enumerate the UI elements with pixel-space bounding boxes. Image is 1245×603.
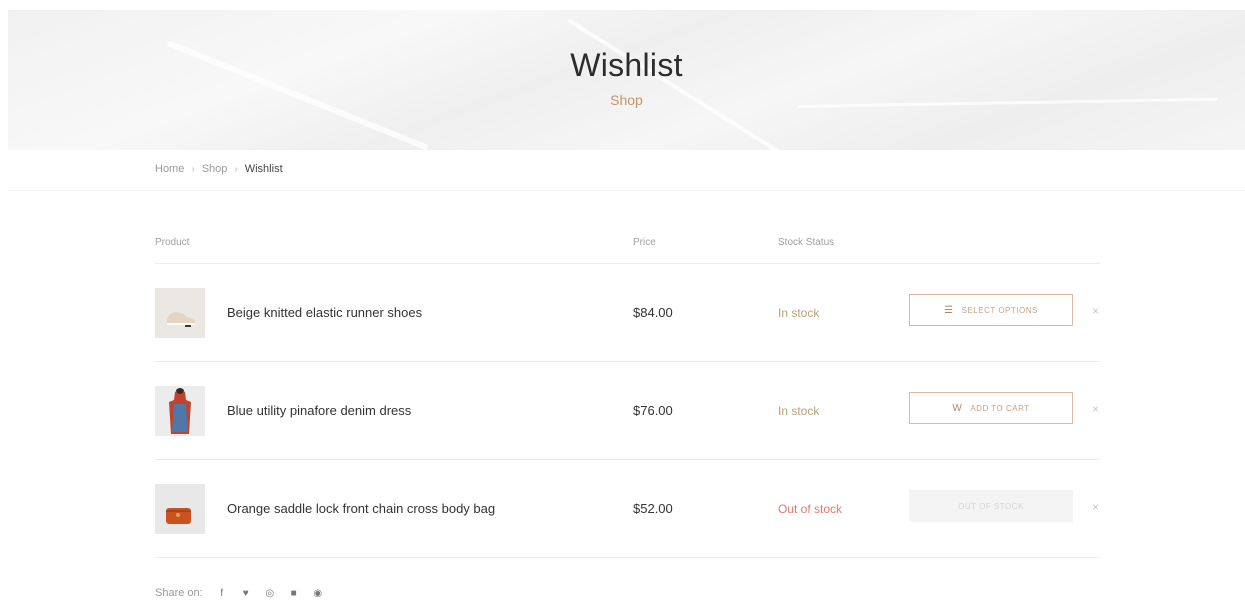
- out-of-stock-button: Out of stock: [909, 490, 1073, 522]
- list-icon: ☰: [944, 304, 954, 316]
- product-thumbnail[interactable]: [155, 288, 205, 338]
- remove-icon[interactable]: ×: [1092, 402, 1099, 416]
- column-header-product: Product: [155, 237, 190, 248]
- product-thumbnail[interactable]: [155, 386, 205, 436]
- product-price: $76.00: [633, 403, 673, 418]
- breadcrumb: Home › Shop › Wishlist: [155, 163, 283, 175]
- button-label: Select options: [961, 305, 1038, 315]
- table-row: Orange saddle lock front chain cross bod…: [155, 484, 1115, 534]
- divider: [155, 263, 1100, 264]
- dress-image: [155, 386, 205, 436]
- email-icon[interactable]: ■: [289, 588, 299, 599]
- stock-status: In stock: [778, 306, 820, 320]
- bag-image: [155, 484, 205, 534]
- facebook-icon[interactable]: f: [217, 588, 227, 599]
- button-label: Add to cart: [970, 403, 1030, 413]
- remove-icon[interactable]: ×: [1092, 500, 1099, 514]
- chevron-right-icon: ›: [234, 163, 238, 175]
- divider: [155, 557, 1100, 558]
- breadcrumb-home[interactable]: Home: [155, 163, 184, 175]
- select-options-button[interactable]: ☰ Select options: [909, 294, 1073, 326]
- add-to-cart-button[interactable]: W Add to cart: [909, 392, 1073, 424]
- chevron-right-icon: ›: [191, 163, 195, 175]
- divider: [8, 190, 1245, 191]
- remove-icon[interactable]: ×: [1092, 304, 1099, 318]
- whatsapp-icon[interactable]: ◉: [313, 588, 323, 599]
- product-price: $84.00: [633, 305, 673, 320]
- share-bar: Share on: f ♥ ◎ ■ ◉: [155, 587, 323, 599]
- divider: [155, 459, 1100, 460]
- shoe-image: [155, 288, 205, 338]
- button-label: Out of stock: [958, 501, 1024, 511]
- product-name[interactable]: Orange saddle lock front chain cross bod…: [227, 501, 495, 516]
- breadcrumb-current: Wishlist: [244, 163, 283, 175]
- product-name[interactable]: Beige knitted elastic runner shoes: [227, 305, 422, 320]
- twitter-icon[interactable]: ♥: [241, 588, 251, 599]
- page-banner: Wishlist Shop: [8, 10, 1245, 150]
- divider: [155, 361, 1100, 362]
- product-price: $52.00: [633, 501, 673, 516]
- share-label: Share on:: [155, 587, 203, 599]
- breadcrumb-shop[interactable]: Shop: [202, 163, 228, 175]
- page-subtitle: Shop: [610, 92, 643, 108]
- stock-status: In stock: [778, 404, 820, 418]
- table-row: Blue utility pinafore denim dress $76.00…: [155, 386, 1115, 436]
- product-name[interactable]: Blue utility pinafore denim dress: [227, 403, 411, 418]
- page-title: Wishlist: [570, 47, 683, 83]
- bag-icon: W: [952, 402, 963, 414]
- column-header-stock: Stock Status: [778, 237, 835, 248]
- pinterest-icon[interactable]: ◎: [265, 588, 275, 599]
- column-header-price: Price: [633, 237, 656, 248]
- table-row: Beige knitted elastic runner shoes $84.0…: [155, 288, 1115, 338]
- product-thumbnail[interactable]: [155, 484, 205, 534]
- stock-status: Out of stock: [778, 502, 843, 516]
